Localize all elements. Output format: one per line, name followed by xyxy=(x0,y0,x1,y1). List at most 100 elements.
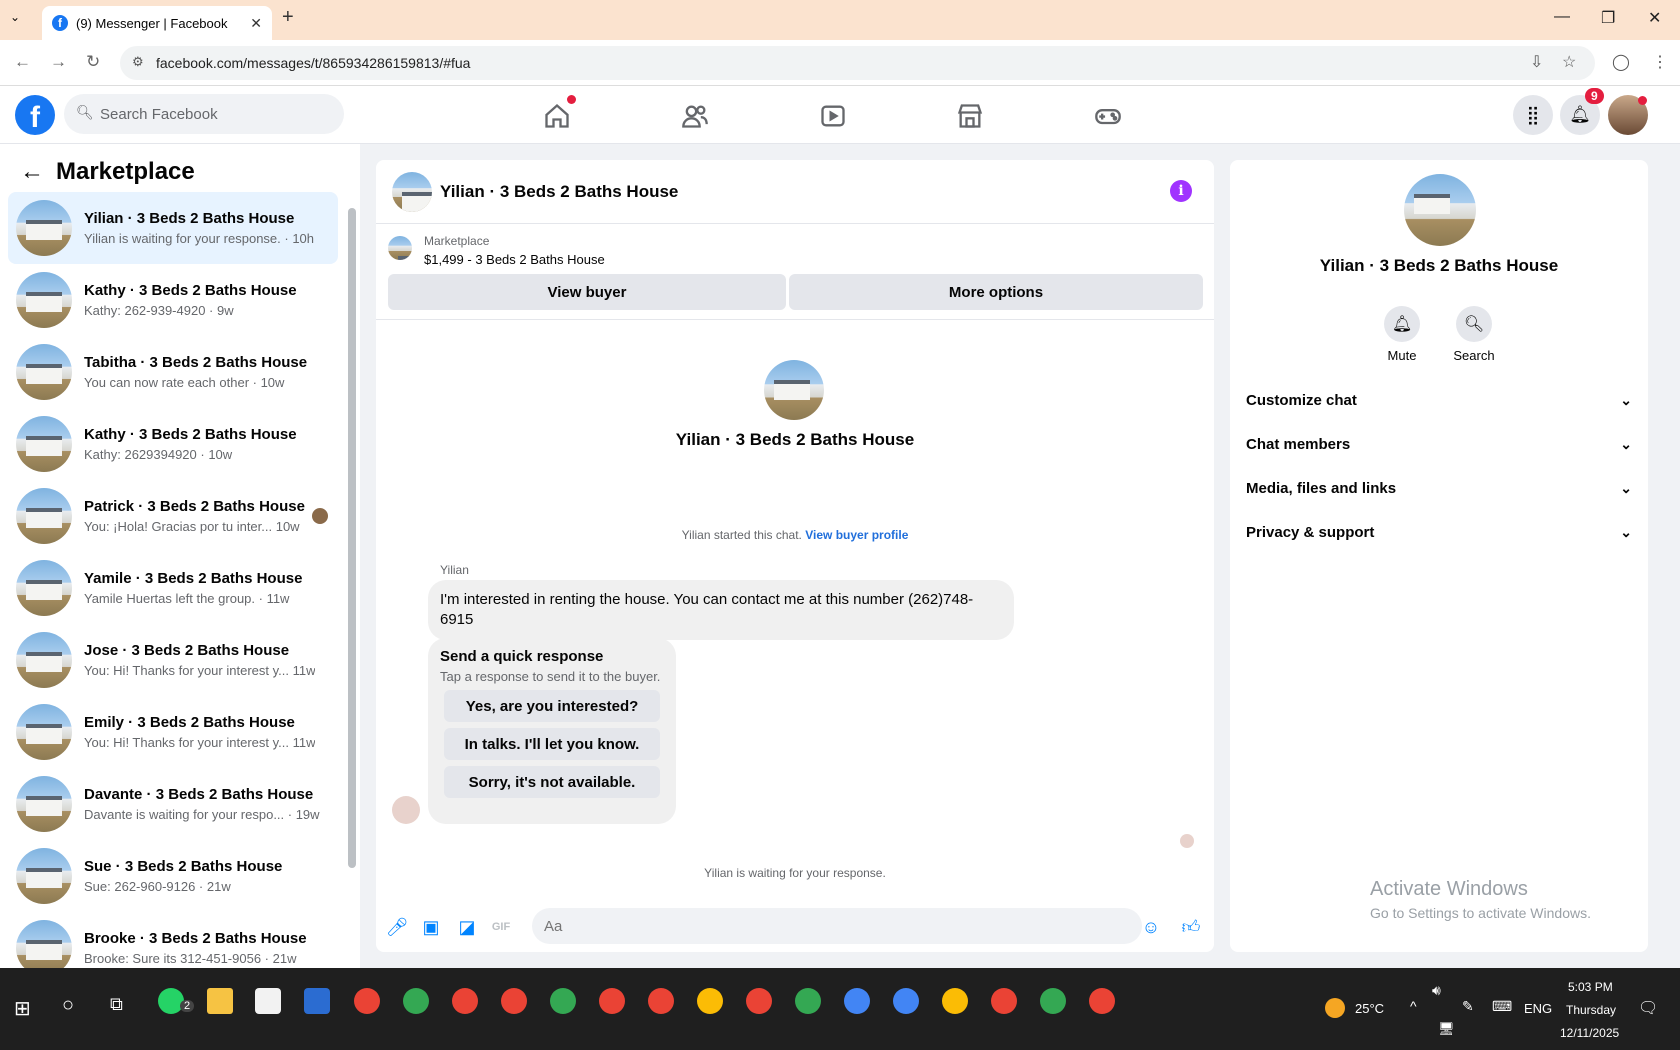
info-icon[interactable]: i xyxy=(1170,180,1192,202)
app-icon[interactable] xyxy=(255,988,281,1014)
weather-icon[interactable] xyxy=(1325,998,1345,1018)
section-label: Customize chat xyxy=(1246,391,1357,409)
photo-icon[interactable]: ▣ xyxy=(420,916,442,938)
file-explorer-icon[interactable] xyxy=(207,988,233,1014)
chat-members-section[interactable]: Chat members ⌄ xyxy=(1246,424,1632,464)
listing-thumbnail[interactable] xyxy=(388,236,412,260)
mute-button[interactable]: 🔔︎ Mute xyxy=(1372,306,1432,363)
friends-tab[interactable] xyxy=(640,96,750,136)
menu-dots-icon[interactable]: ⋮ xyxy=(1652,52,1668,72)
task-view-icon[interactable]: ⧉ xyxy=(110,994,123,1015)
sidebar-scrollbar[interactable] xyxy=(348,208,356,868)
weather-temperature[interactable]: 25°C xyxy=(1355,1001,1384,1016)
conversation-name: Jose · 3 Beds 2 Baths House xyxy=(84,642,290,659)
tab-search-icon[interactable]: ⌄ xyxy=(10,10,20,24)
app-icon[interactable] xyxy=(304,988,330,1014)
conversation-item[interactable]: Yamile · 3 Beds 2 Baths House Yamile Huer… xyxy=(8,552,338,624)
chrome-icon[interactable] xyxy=(844,988,870,1014)
conversation-item[interactable]: Davante · 3 Beds 2 Baths House Davante is… xyxy=(8,768,338,840)
gaming-tab[interactable] xyxy=(1053,96,1163,136)
view-buyer-profile-link[interactable]: View buyer profile xyxy=(805,528,908,542)
site-info-icon[interactable]: ⚙ xyxy=(132,54,144,70)
chrome-icon[interactable] xyxy=(991,988,1017,1014)
microphone-icon[interactable]: 🎤︎ xyxy=(386,916,409,938)
quick-reply-button[interactable]: Yes, are you interested? xyxy=(444,690,660,722)
minimize-icon[interactable]: — xyxy=(1554,8,1570,26)
conversation-item[interactable]: Sue · 3 Beds 2 Baths House Sue: 262-960-9… xyxy=(8,840,338,912)
close-tab-icon[interactable]: ✕ xyxy=(250,15,262,32)
profile-icon[interactable]: ◯ xyxy=(1612,52,1630,72)
windows-start-icon[interactable]: ⊞ xyxy=(14,996,31,1021)
chrome-icon[interactable] xyxy=(1089,988,1115,1014)
chrome-icon[interactable] xyxy=(501,988,527,1014)
watch-tab[interactable] xyxy=(778,96,888,136)
conversation-item[interactable]: Emily · 3 Beds 2 Baths House You: Hi! Tha… xyxy=(8,696,338,768)
browser-tab[interactable]: f (9) Messenger | Facebook ✕ xyxy=(42,6,272,40)
message-input[interactable] xyxy=(532,908,1142,944)
search-input[interactable]: 🔍︎ Search Facebook xyxy=(64,94,344,134)
search-in-chat-button[interactable]: 🔍︎ Search xyxy=(1444,306,1504,363)
chrome-icon[interactable] xyxy=(403,988,429,1014)
clock-date[interactable]: 12/11/2025 xyxy=(1560,1026,1619,1040)
restore-icon[interactable]: ❐ xyxy=(1601,8,1615,28)
conversation-item[interactable]: Patrick · 3 Beds 2 Baths House You: ¡Hola… xyxy=(8,480,338,552)
conversation-item[interactable]: Tabitha · 3 Beds 2 Baths House You can no… xyxy=(8,336,338,408)
conversation-preview: Brooke: Sure its 312-451-9056 · 21w xyxy=(84,951,297,966)
conversation-item[interactable]: Jose · 3 Beds 2 Baths House You: Hi! Than… xyxy=(8,624,338,696)
forward-icon[interactable]: → xyxy=(50,52,67,72)
chevron-up-icon[interactable]: ^ xyxy=(1410,998,1417,1014)
input-language[interactable]: ENG xyxy=(1524,1001,1552,1016)
chrome-icon[interactable] xyxy=(795,988,821,1014)
chrome-icon[interactable] xyxy=(1040,988,1066,1014)
emoji-icon[interactable]: ☺ xyxy=(1140,916,1162,938)
chrome-icon[interactable] xyxy=(746,988,772,1014)
quick-reply-button[interactable]: Sorry, it's not available. xyxy=(444,766,660,798)
url-field[interactable]: ⚙ facebook.com/messages/t/86593428615981… xyxy=(120,46,1595,80)
whatsapp-icon[interactable] xyxy=(158,988,184,1014)
reload-icon[interactable]: ↻ xyxy=(86,52,100,72)
chrome-icon[interactable] xyxy=(697,988,723,1014)
media-files-section[interactable]: Media, files and links ⌄ xyxy=(1246,468,1632,508)
chrome-icon[interactable] xyxy=(452,988,478,1014)
chrome-icon[interactable] xyxy=(550,988,576,1014)
more-options-button[interactable]: More options xyxy=(789,274,1203,310)
details-avatar[interactable] xyxy=(1404,174,1476,246)
network-icon[interactable]: 🖥︎ xyxy=(1438,1021,1455,1037)
back-arrow-icon[interactable]: ← xyxy=(20,158,44,186)
chrome-icon[interactable] xyxy=(599,988,625,1014)
section-label: Privacy & support xyxy=(1246,523,1375,541)
chrome-icon[interactable] xyxy=(648,988,674,1014)
quick-reply-button[interactable]: In talks. I'll let you know. xyxy=(444,728,660,760)
close-window-icon[interactable]: ✕ xyxy=(1648,8,1661,28)
chrome-icon[interactable] xyxy=(942,988,968,1014)
conversation-item[interactable]: Kathy · 3 Beds 2 Baths House Kathy: 26293… xyxy=(8,408,338,480)
conversation-item[interactable]: Kathy · 3 Beds 2 Baths House Kathy: 262-9… xyxy=(8,264,338,336)
clock-day[interactable]: Thursday xyxy=(1566,1003,1616,1017)
chrome-icon[interactable] xyxy=(354,988,380,1014)
chrome-icon[interactable] xyxy=(893,988,919,1014)
view-buyer-button[interactable]: View buyer xyxy=(388,274,786,310)
home-tab[interactable] xyxy=(502,95,612,136)
keyboard-icon[interactable]: ⌨ xyxy=(1492,998,1512,1015)
clock-time[interactable]: 5:03 PM xyxy=(1568,980,1613,994)
pen-icon[interactable]: ✎ xyxy=(1462,998,1474,1015)
marketplace-tab[interactable] xyxy=(915,96,1025,136)
search-circle-icon[interactable]: ○ xyxy=(62,994,74,1017)
chat-title[interactable]: Yilian · 3 Beds 2 Baths House xyxy=(440,182,678,202)
notification-center-icon[interactable]: 🗨︎ xyxy=(1638,998,1658,1018)
install-icon[interactable]: ⇩ xyxy=(1530,52,1543,72)
chat-avatar[interactable] xyxy=(392,172,432,212)
customize-chat-section[interactable]: Customize chat ⌄ xyxy=(1246,380,1632,420)
conversation-item[interactable]: Yilian · 3 Beds 2 Baths House Yilian is w… xyxy=(8,192,338,264)
gif-icon[interactable]: GIF xyxy=(490,916,512,938)
volume-icon[interactable]: 🔊︎ xyxy=(1432,982,1441,999)
conversation-sidebar: ← Marketplace Yilian · 3 Beds 2 Baths Ho… xyxy=(0,144,360,976)
new-tab-icon[interactable]: + xyxy=(282,6,294,29)
facebook-logo-icon[interactable]: f xyxy=(15,95,55,135)
thumbs-up-icon[interactable]: 👍︎ xyxy=(1180,916,1202,938)
back-icon[interactable]: ← xyxy=(14,52,31,72)
menu-button[interactable]: ⣿ xyxy=(1513,95,1553,135)
privacy-support-section[interactable]: Privacy & support ⌄ xyxy=(1246,512,1632,552)
sticker-icon[interactable]: ◪ xyxy=(456,916,478,938)
bookmark-star-icon[interactable]: ☆ xyxy=(1562,52,1576,72)
